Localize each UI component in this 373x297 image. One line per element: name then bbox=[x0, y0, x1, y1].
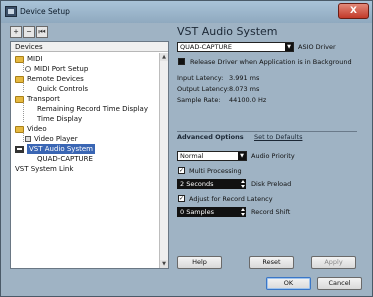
tree-item-transport[interactable]: Transport bbox=[15, 94, 60, 104]
advanced-divider bbox=[177, 131, 357, 132]
remove-device-button[interactable]: − bbox=[23, 26, 35, 38]
scroll-up-icon[interactable]: ▲ bbox=[160, 53, 168, 61]
tree-item-label: Transport bbox=[27, 95, 60, 103]
title-bar[interactable]: Device Setup X bbox=[1, 1, 372, 23]
disk-preload-spinner-icon[interactable] bbox=[240, 179, 246, 189]
tree-item-vst-audio-system[interactable]: VST Audio System bbox=[15, 144, 95, 154]
audio-priority-select[interactable]: Normal ▼ bbox=[177, 151, 247, 161]
tree-item-label: Video Player bbox=[34, 135, 78, 143]
sample-rate-value: 44100.0 Hz bbox=[229, 96, 267, 104]
record-shift-label: Record Shift bbox=[251, 208, 291, 216]
adjust-latency-label: Adjust for Record Latency bbox=[189, 195, 273, 203]
asio-driver-select[interactable]: QUAD-CAPTURE ▼ bbox=[177, 42, 294, 52]
tree-item-remote-devices[interactable]: Remote Devices bbox=[15, 74, 84, 84]
multi-processing-label: Multi Processing bbox=[189, 167, 242, 175]
tree-item-label: Time Display bbox=[37, 115, 83, 123]
device-setup-window: Device Setup X + − ⏮ Devices MIDI MIDI P… bbox=[0, 0, 373, 297]
tree-item-remaining-record-time[interactable]: Remaining Record Time Display bbox=[37, 104, 148, 114]
app-icon bbox=[5, 6, 17, 17]
folder-icon bbox=[15, 75, 24, 83]
audio-priority-value: Normal bbox=[180, 152, 204, 160]
tree-item-label: VST System Link bbox=[15, 165, 74, 173]
devices-header: Devices bbox=[11, 42, 168, 52]
reset-device-button[interactable]: ⏮ bbox=[36, 26, 48, 38]
tree-item-label: QUAD-CAPTURE bbox=[37, 155, 93, 163]
help-button[interactable]: Help bbox=[177, 256, 222, 269]
close-button[interactable]: X bbox=[338, 3, 369, 19]
release-driver-label: Release Driver when Application is in Ba… bbox=[190, 58, 352, 66]
asio-driver-value: QUAD-CAPTURE bbox=[180, 43, 232, 51]
tree-item-label: MIDI Port Setup bbox=[34, 65, 89, 73]
disk-preload-label: Disk Preload bbox=[251, 180, 292, 188]
cancel-button[interactable]: Cancel bbox=[317, 277, 362, 290]
input-latency-value: 3.991 ms bbox=[229, 74, 260, 82]
devices-toolbar: + − ⏮ bbox=[10, 26, 48, 39]
adjust-latency-checkbox[interactable]: ✓ bbox=[178, 195, 185, 202]
record-shift-field[interactable]: 0 Samples bbox=[177, 207, 240, 217]
midi-port-icon bbox=[25, 66, 31, 72]
multi-processing-checkbox[interactable]: ✓ bbox=[178, 167, 185, 174]
disk-preload-value: 2 Seconds bbox=[180, 180, 214, 188]
input-latency-label: Input Latency: bbox=[177, 74, 224, 82]
chevron-down-icon: ▼ bbox=[285, 43, 293, 51]
tree-item-time-display[interactable]: Time Display bbox=[37, 114, 82, 124]
ok-button[interactable]: OK bbox=[266, 277, 311, 290]
tree-item-quick-controls[interactable]: Quick Controls bbox=[37, 84, 88, 94]
sample-rate-label: Sample Rate: bbox=[177, 96, 221, 104]
tree-item-vst-system-link[interactable]: VST System Link bbox=[15, 164, 73, 174]
panel-title: VST Audio System bbox=[177, 25, 278, 38]
devices-panel: Devices MIDI MIDI Port Setup Remote Devi… bbox=[10, 41, 169, 269]
folder-icon bbox=[15, 95, 24, 103]
window-title: Device Setup bbox=[20, 7, 70, 16]
tree-item-quad-capture[interactable]: QUAD-CAPTURE bbox=[37, 154, 93, 164]
tree-item-label: Video bbox=[27, 125, 47, 133]
set-to-defaults-link[interactable]: Set to Defaults bbox=[254, 133, 302, 141]
tree-item-label: Quick Controls bbox=[37, 85, 88, 93]
video-player-icon bbox=[25, 136, 31, 142]
folder-icon bbox=[15, 55, 24, 63]
tree-item-label: Remote Devices bbox=[27, 75, 84, 83]
release-driver-checkbox[interactable] bbox=[178, 58, 185, 65]
asio-driver-label: ASIO Driver bbox=[298, 43, 336, 51]
apply-button[interactable]: Apply bbox=[311, 256, 356, 269]
output-latency-value: 8.073 ms bbox=[229, 85, 260, 93]
tree-item-label: VST Audio System bbox=[27, 144, 95, 154]
tree-item-label: MIDI bbox=[27, 55, 43, 63]
tree-item-video-player[interactable]: Video Player bbox=[25, 134, 78, 144]
record-shift-value: 0 Samples bbox=[180, 208, 214, 216]
tree-item-video[interactable]: Video bbox=[15, 124, 47, 134]
tree-item-midi-port-setup[interactable]: MIDI Port Setup bbox=[25, 64, 88, 74]
devices-scrollbar[interactable]: ▲ ▼ bbox=[159, 53, 168, 268]
record-shift-spinner-icon[interactable] bbox=[240, 207, 246, 217]
chevron-down-icon: ▼ bbox=[238, 152, 246, 160]
reset-button[interactable]: Reset bbox=[249, 256, 294, 269]
audio-priority-label: Audio Priority bbox=[251, 152, 295, 160]
tree-item-label: Remaining Record Time Display bbox=[37, 105, 148, 113]
vst-settings-panel: VST Audio System QUAD-CAPTURE ▼ ASIO Dri… bbox=[174, 23, 367, 269]
tree-item-midi[interactable]: MIDI bbox=[15, 54, 43, 64]
add-device-button[interactable]: + bbox=[10, 26, 22, 38]
tab-advanced-options[interactable]: Advanced Options bbox=[177, 133, 244, 141]
output-latency-label: Output Latency: bbox=[177, 85, 230, 93]
scroll-down-icon[interactable]: ▼ bbox=[160, 260, 168, 268]
folder-icon bbox=[15, 125, 24, 133]
disk-preload-field[interactable]: 2 Seconds bbox=[177, 179, 240, 189]
vst-icon bbox=[15, 145, 24, 153]
